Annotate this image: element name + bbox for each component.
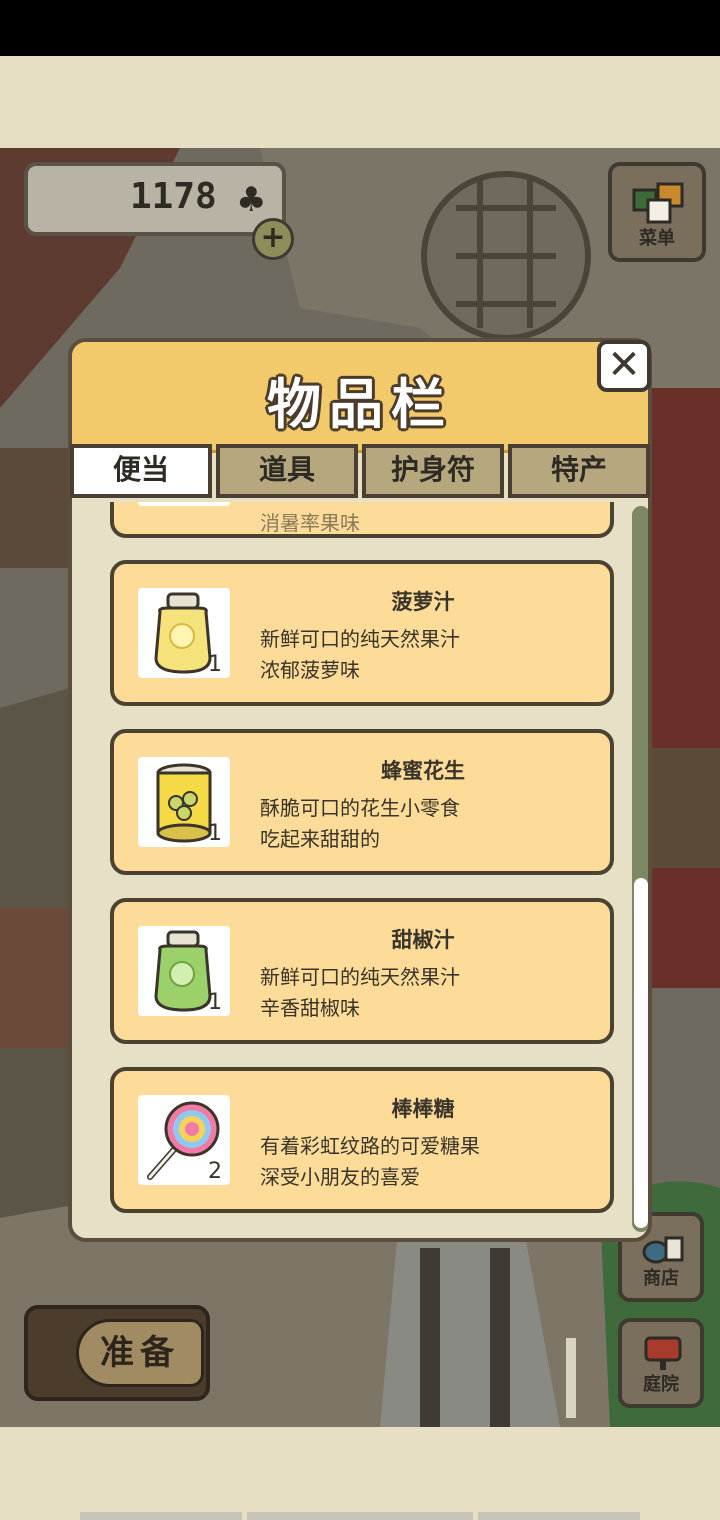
item-description: 新鲜可口的纯天然果汁 浓郁菠萝味 [260,624,460,686]
list-item-partial[interactable]: 消暑率果味 [110,502,614,538]
prepare-button[interactable]: 准备 [24,1305,210,1401]
nav-hint-left [80,1512,242,1520]
tab-tools[interactable]: 道具 [216,444,358,498]
nav-hint-center [247,1512,473,1520]
nav-hint-right [478,1512,640,1520]
yard-label: 庭院 [643,1374,679,1395]
clover-count: 1178 [130,176,217,217]
mailbox-icon [644,1336,682,1370]
item-desc-line1: 有着彩虹纹路的可爱糖果 [260,1134,480,1158]
item-description: 有着彩虹纹路的可爱糖果 深受小朋友的喜爱 [260,1131,480,1193]
menu-button[interactable]: 菜单 [608,162,706,262]
prepare-label: 准备 [76,1319,204,1387]
item-description: 酥脆可口的花生小零食 吃起来甜甜的 [260,793,460,855]
item-quantity: 1 [208,990,222,1015]
menu-cards-icon [632,182,684,224]
item-desc-line1: 新鲜可口的纯天然果汁 [260,627,460,651]
item-name: 甜椒汁 [391,928,455,952]
item-desc-line2: 吃起来甜甜的 [260,827,380,851]
status-bar [0,0,720,56]
item-desc-line2: 浓郁菠萝味 [260,658,360,682]
item-quantity: 1 [208,652,222,677]
tab-specialties[interactable]: 特产 [508,444,650,498]
item-partial-text: 消暑率果味 [260,511,360,535]
item-quantity: 1 [208,821,222,846]
letterbox-top [0,56,720,148]
item-desc-line2: 辛香甜椒味 [260,996,360,1020]
item-thumbnail [138,502,230,506]
item-desc-line2: 深受小朋友的喜爱 [260,1165,420,1189]
list-item[interactable]: 1 菠萝汁 新鲜可口的纯天然果汁 浓郁菠萝味 [110,560,614,706]
menu-label: 菜单 [639,228,675,249]
inventory-list[interactable]: 消暑率果味 1 菠萝汁 新鲜可口的纯天然果汁 浓郁菠萝味 1 蜂蜜花生 酥脆可口… [72,502,632,1238]
inventory-header: 物品栏 [72,342,648,453]
add-clover-button[interactable]: + [252,218,294,260]
list-item[interactable]: 2 棒棒糖 有着彩虹纹路的可爱糖果 深受小朋友的喜爱 [110,1067,614,1213]
scrollbar-thumb[interactable] [634,878,648,1228]
item-name: 蜂蜜花生 [381,759,465,783]
list-item[interactable]: 1 蜂蜜花生 酥脆可口的花生小零食 吃起来甜甜的 [110,729,614,875]
inventory-title: 物品栏 [267,373,453,436]
tab-bento[interactable]: 便当 [70,444,212,498]
item-description: 新鲜可口的纯天然果汁 辛香甜椒味 [260,962,460,1024]
item-desc-line1: 酥脆可口的花生小零食 [260,796,460,820]
shop-label: 商店 [643,1268,679,1289]
item-name: 菠萝汁 [391,590,455,614]
inventory-tabs: 便当 道具 护身符 特产 [70,444,650,498]
item-desc-line1: 新鲜可口的纯天然果汁 [260,965,460,989]
item-quantity: 2 [208,1159,222,1184]
close-button[interactable]: ✕ [597,340,651,392]
yard-button[interactable]: 庭院 [618,1318,704,1408]
item-name: 棒棒糖 [391,1097,455,1121]
tab-charms[interactable]: 护身符 [362,444,504,498]
letterbox-bottom [0,1427,720,1520]
clover-icon: ♣ [236,180,267,220]
list-item[interactable]: 1 甜椒汁 新鲜可口的纯天然果汁 辛香甜椒味 [110,898,614,1044]
